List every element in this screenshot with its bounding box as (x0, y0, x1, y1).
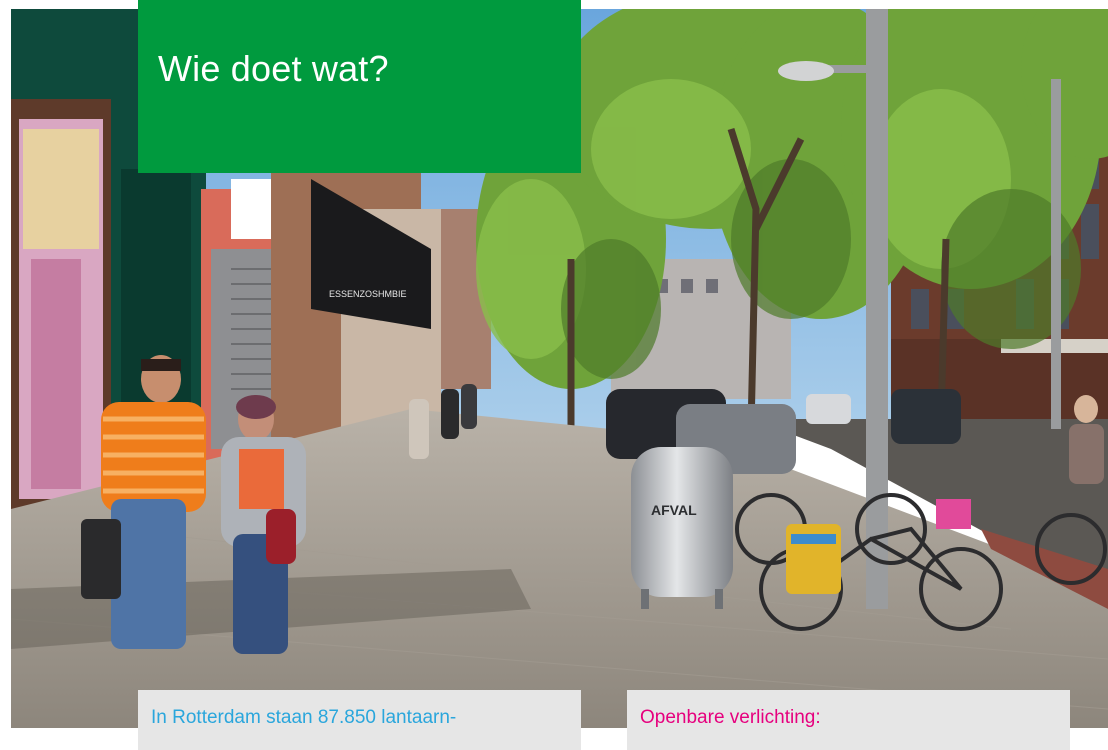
title-box: Wie doet wat? (138, 0, 581, 173)
info-card-lantern-count: In Rotterdam staan 87.850 lantaarn- (138, 690, 581, 750)
page-title: Wie doet wat? (158, 48, 389, 89)
bin-label: AFVAL (651, 502, 697, 518)
info-card-text-right: Openbare verlichting: (640, 707, 821, 728)
info-card-text-left: In Rotterdam staan 87.850 lantaarn- (151, 707, 457, 728)
shop-sign-text: ESSENZOSHMBIE (329, 289, 407, 299)
info-card-public-lighting: Openbare verlichting: (627, 690, 1070, 750)
